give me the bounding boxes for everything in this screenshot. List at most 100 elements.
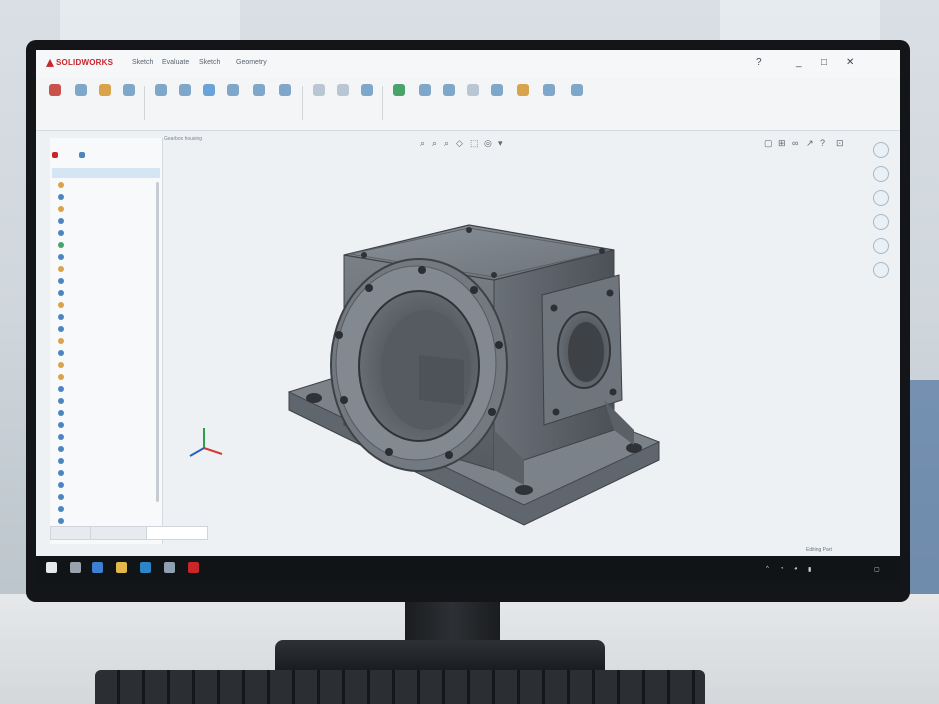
edge-icon[interactable]	[140, 562, 151, 573]
tool-button-7[interactable]	[198, 84, 220, 96]
feature-icon	[58, 505, 64, 512]
feature-icon	[58, 445, 64, 452]
tool-button-8[interactable]	[222, 84, 244, 96]
tool-button-3[interactable]	[94, 84, 116, 96]
tree-root-item[interactable]	[52, 168, 160, 178]
file-explorer-icon[interactable]	[873, 190, 889, 206]
tree-item[interactable]	[58, 276, 68, 286]
tree-item[interactable]	[58, 360, 68, 370]
tool-button-10[interactable]	[274, 84, 296, 96]
tree-item[interactable]	[58, 396, 68, 406]
tool-icon-5	[155, 84, 167, 96]
tree-item[interactable]	[58, 192, 68, 202]
status-text: Editing Part	[806, 547, 832, 553]
tool-button-4[interactable]	[118, 84, 140, 96]
design-library-icon[interactable]	[873, 166, 889, 182]
feature-icon	[58, 181, 64, 188]
feature-icon	[58, 277, 64, 284]
tree-item[interactable]	[58, 336, 68, 346]
tool-button-13[interactable]	[356, 84, 378, 96]
side-bolt	[609, 388, 617, 396]
tool-button-18[interactable]	[486, 84, 508, 96]
volume-icon[interactable]: ◕	[794, 566, 798, 572]
filter-icon	[52, 152, 58, 158]
resources-icon[interactable]	[873, 142, 889, 158]
tab-3d-views[interactable]	[90, 526, 150, 540]
top-bolt	[466, 227, 472, 233]
tree-item[interactable]	[58, 264, 68, 274]
tree-item[interactable]	[58, 468, 68, 478]
tree-item[interactable]	[58, 420, 68, 430]
tree-item[interactable]	[58, 408, 68, 418]
tree-item[interactable]	[58, 204, 68, 214]
flange-bolt	[365, 284, 373, 292]
tool-button-20[interactable]	[538, 84, 560, 96]
graphics-area[interactable]	[164, 130, 864, 530]
tree-item[interactable]	[58, 252, 68, 262]
tool-button-6[interactable]	[174, 84, 196, 96]
tool-button-14[interactable]	[388, 84, 410, 96]
tool-button-15[interactable]	[414, 84, 436, 96]
appearances-icon[interactable]	[873, 238, 889, 254]
close-button[interactable]: ✕	[846, 57, 854, 68]
minimize-button[interactable]: _	[796, 57, 802, 68]
feature-icon	[58, 265, 64, 272]
tree-item[interactable]	[58, 444, 68, 454]
tool-button-12[interactable]	[332, 84, 354, 96]
feature-icon	[58, 217, 64, 224]
tool-button-17[interactable]	[462, 84, 484, 96]
tree-item[interactable]	[58, 312, 68, 322]
tree-item[interactable]	[58, 372, 68, 382]
tool-button-16[interactable]	[438, 84, 460, 96]
tree-item[interactable]	[58, 240, 68, 250]
tool-button-2[interactable]	[70, 84, 92, 96]
chevron-up-icon[interactable]: ^	[766, 566, 769, 572]
maximize-button[interactable]: □	[821, 57, 827, 68]
tool-button-9[interactable]	[248, 84, 270, 96]
tree-item[interactable]	[58, 216, 68, 226]
tool-button-19[interactable]	[512, 84, 534, 96]
tree-filter[interactable]	[52, 152, 152, 164]
help-button[interactable]: ?	[756, 57, 762, 68]
tree-item[interactable]	[58, 432, 68, 442]
flange-bolt	[488, 408, 496, 416]
menu-item-4[interactable]: Geometry	[236, 59, 267, 66]
tree-item[interactable]	[58, 324, 68, 334]
tree-item[interactable]	[58, 180, 68, 190]
tool-button-1[interactable]	[44, 84, 66, 99]
task-view-icon[interactable]	[92, 562, 103, 573]
custom-properties-icon[interactable]	[873, 262, 889, 278]
menu-item-3[interactable]: Sketch	[199, 59, 220, 66]
tool-button-11[interactable]	[308, 84, 330, 96]
network-icon[interactable]: ◔	[780, 566, 784, 572]
tree-item[interactable]	[58, 228, 68, 238]
notification-icon[interactable]: ▢	[874, 566, 880, 573]
tree-item[interactable]	[58, 516, 68, 526]
feature-icon	[58, 349, 64, 356]
solidworks-taskbar-icon[interactable]	[188, 562, 199, 573]
tree-item[interactable]	[58, 492, 68, 502]
gearbox-housing-model[interactable]	[164, 130, 864, 530]
tool-icon-3	[99, 84, 111, 96]
tree-item[interactable]	[58, 504, 68, 514]
menu-item-2[interactable]: Evaluate	[162, 59, 189, 66]
tool-icon-8	[227, 84, 239, 96]
menu-item-1[interactable]: Sketch	[132, 59, 153, 66]
store-icon[interactable]	[164, 562, 175, 573]
tool-button-5[interactable]	[150, 84, 172, 96]
start-icon[interactable]	[46, 562, 57, 573]
tree-item[interactable]	[58, 288, 68, 298]
tool-button-21[interactable]	[566, 84, 588, 96]
file-explorer-taskbar-icon[interactable]	[116, 562, 127, 573]
tool-icon-21	[571, 84, 583, 96]
tree-item[interactable]	[58, 300, 68, 310]
battery-icon[interactable]: ▮	[808, 566, 811, 573]
tree-item[interactable]	[58, 384, 68, 394]
view-palette-icon[interactable]	[873, 214, 889, 230]
tree-item[interactable]	[58, 348, 68, 358]
tree-scrollbar[interactable]	[156, 182, 159, 502]
tree-item[interactable]	[58, 456, 68, 466]
search-icon[interactable]	[70, 562, 81, 573]
filter-icon-2	[79, 152, 86, 158]
tree-item[interactable]	[58, 480, 68, 490]
